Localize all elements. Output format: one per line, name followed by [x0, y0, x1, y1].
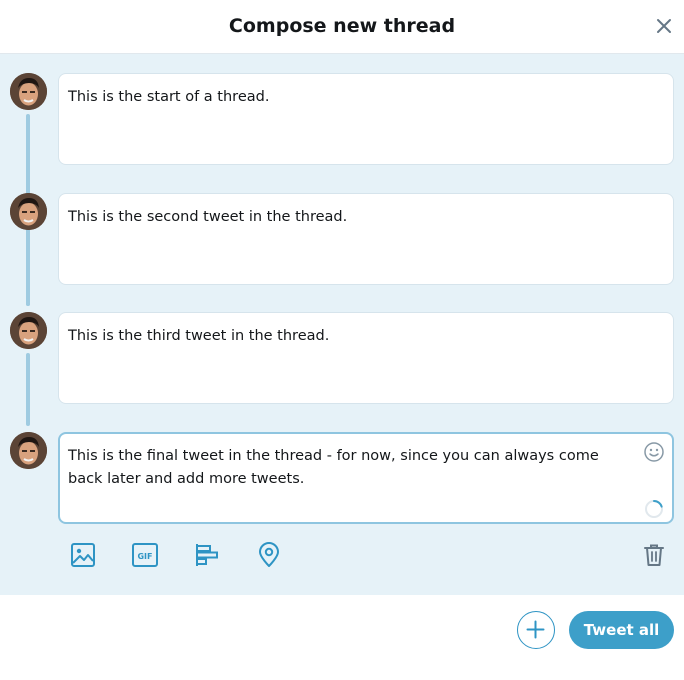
add-gif-button[interactable]: GIF: [131, 541, 159, 569]
add-tweet-button[interactable]: [517, 611, 555, 649]
avatar: [10, 432, 47, 469]
close-button[interactable]: [652, 14, 676, 38]
emoji-icon: [644, 442, 664, 462]
tweet-text: This is the final tweet in the thread - …: [68, 448, 599, 487]
avatar: [10, 312, 47, 349]
tweet-input[interactable]: This is the second tweet in the thread.: [58, 193, 674, 285]
poll-icon: [196, 544, 218, 566]
tweet-text: This is the second tweet in the thread.: [68, 209, 348, 225]
tweet-all-button[interactable]: Tweet all: [569, 611, 674, 649]
avatar: [10, 73, 47, 110]
plus-icon: [526, 620, 545, 639]
add-poll-button[interactable]: [193, 541, 221, 569]
emoji-button[interactable]: [643, 441, 665, 463]
location-icon: [259, 542, 279, 567]
gif-label: GIF: [137, 552, 152, 561]
add-location-button[interactable]: [255, 541, 283, 569]
tweet-text: This is the start of a thread.: [68, 89, 270, 105]
dialog-header: Compose new thread: [0, 0, 684, 54]
delete-tweet-button[interactable]: [640, 541, 668, 569]
character-count-ring: [643, 498, 665, 520]
tweet-input[interactable]: This is the start of a thread.: [58, 73, 674, 165]
thread-connector: [26, 234, 30, 306]
gif-icon: GIF: [132, 543, 158, 567]
dialog-title: Compose new thread: [228, 15, 456, 37]
close-icon: [657, 19, 671, 33]
tweet-input-active[interactable]: This is the final tweet in the thread - …: [58, 432, 674, 524]
tweet-text: This is the third tweet in the thread.: [68, 328, 330, 344]
add-media-button[interactable]: [69, 541, 97, 569]
trash-icon: [644, 544, 664, 566]
image-icon: [71, 543, 95, 567]
tweet-input[interactable]: This is the third tweet in the thread.: [58, 312, 674, 404]
avatar: [10, 193, 47, 230]
thread-connector: [26, 353, 30, 426]
